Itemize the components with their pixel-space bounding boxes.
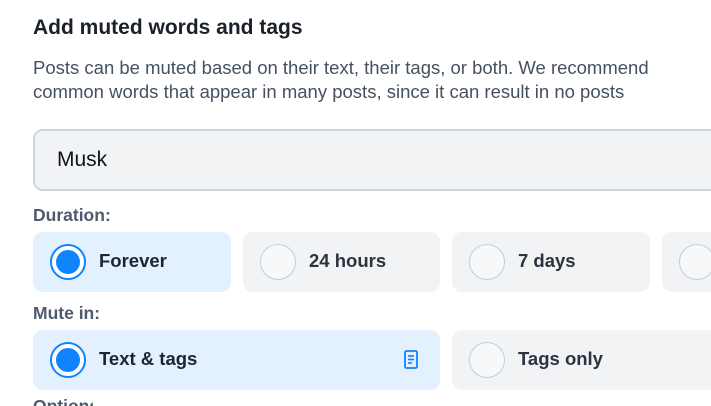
next-section-label: Options:: [33, 396, 93, 406]
duration-option-partial[interactable]: [662, 232, 711, 292]
description-line-1: Posts can be muted based on their text, …: [33, 57, 649, 78]
mute-in-label: Mute in:: [33, 303, 101, 323]
radio-unselected[interactable]: [469, 342, 505, 378]
radio-selected[interactable]: [50, 342, 86, 378]
duration-option-label: 24 hours: [309, 250, 387, 271]
dialog-title: Add muted words and tags: [33, 16, 303, 39]
radio-unselected[interactable]: [469, 244, 505, 280]
muted-word-field[interactable]: [33, 129, 711, 191]
duration-option-24-hours[interactable]: 24 hours: [243, 232, 440, 292]
muted-word-input[interactable]: [57, 145, 697, 175]
description-text: Posts can be muted based on their text, …: [33, 56, 711, 104]
duration-option-7-days[interactable]: 7 days: [452, 232, 650, 292]
radio-selected[interactable]: [50, 244, 86, 280]
duration-option-label: 7 days: [518, 250, 576, 271]
document-icon: [404, 350, 418, 369]
radio-unselected[interactable]: [260, 244, 296, 280]
mute-in-option-text-and-tags[interactable]: Text & tags: [33, 330, 440, 390]
mute-in-option-label: Tags only: [518, 348, 603, 369]
mute-in-option-tags-only[interactable]: Tags only: [452, 330, 711, 390]
radio-unselected[interactable]: [679, 244, 711, 280]
next-section-label-text: Options:: [33, 396, 93, 406]
duration-label: Duration:: [33, 205, 111, 225]
duration-option-forever[interactable]: Forever: [33, 232, 231, 292]
duration-option-label: Forever: [99, 250, 167, 271]
mute-in-option-label: Text & tags: [99, 348, 198, 369]
description-line-2: common words that appear in many posts, …: [33, 81, 625, 102]
